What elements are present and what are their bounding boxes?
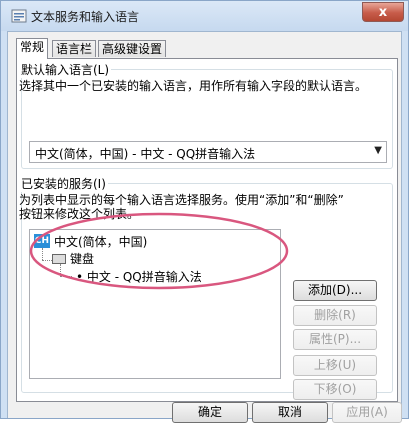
move-down-button[interactable]: 下移(O)	[293, 379, 377, 400]
chevron-down-icon: ▼	[374, 145, 382, 156]
default-language-select[interactable]: 中文(简体，中国) - 中文 - QQ拼音输入法 ▼	[29, 141, 387, 163]
default-language-value: 中文(简体，中国) - 中文 - QQ拼音输入法	[35, 147, 256, 161]
move-up-button[interactable]: 上移(U)	[293, 355, 377, 376]
window-title: 文本服务和输入语言	[31, 10, 140, 24]
title-bar[interactable]: 文本服务和输入语言 x	[1, 1, 408, 31]
cancel-button[interactable]: 取消	[252, 402, 328, 423]
text-services-icon	[11, 9, 27, 23]
apply-button[interactable]: 应用(A)	[332, 402, 402, 423]
add-button[interactable]: 添加(D)...	[293, 280, 377, 301]
dialog-window: 文本服务和输入语言 x 常规 语言栏 高级键设置 默认输入语言(L) 选择其中一…	[0, 0, 409, 423]
default-language-description: 选择其中一个已安装的输入语言，用作所有输入字段的默认语言。	[19, 79, 368, 93]
tab-language-bar[interactable]: 语言栏	[52, 40, 97, 57]
remove-button[interactable]: 删除(R)	[293, 305, 377, 326]
ok-button[interactable]: 确定	[172, 402, 248, 423]
close-icon: x	[378, 5, 388, 20]
tab-general[interactable]: 常规	[16, 38, 49, 59]
installed-services-legend: 已安装的服务(I)	[19, 175, 108, 192]
default-language-legend: 默认输入语言(L)	[19, 61, 112, 78]
general-tab-panel: 默认输入语言(L) 选择其中一个已安装的输入语言，用作所有输入字段的默认语言。 …	[16, 58, 398, 402]
tab-advanced-key-settings[interactable]: 高级键设置	[98, 40, 167, 57]
dialog-client: 常规 语言栏 高级键设置 默认输入语言(L) 选择其中一个已安装的输入语言，用作…	[7, 31, 402, 423]
annotation-ellipse	[29, 212, 289, 290]
properties-button[interactable]: 属性(P)...	[293, 329, 377, 350]
close-button[interactable]: x	[362, 2, 404, 22]
